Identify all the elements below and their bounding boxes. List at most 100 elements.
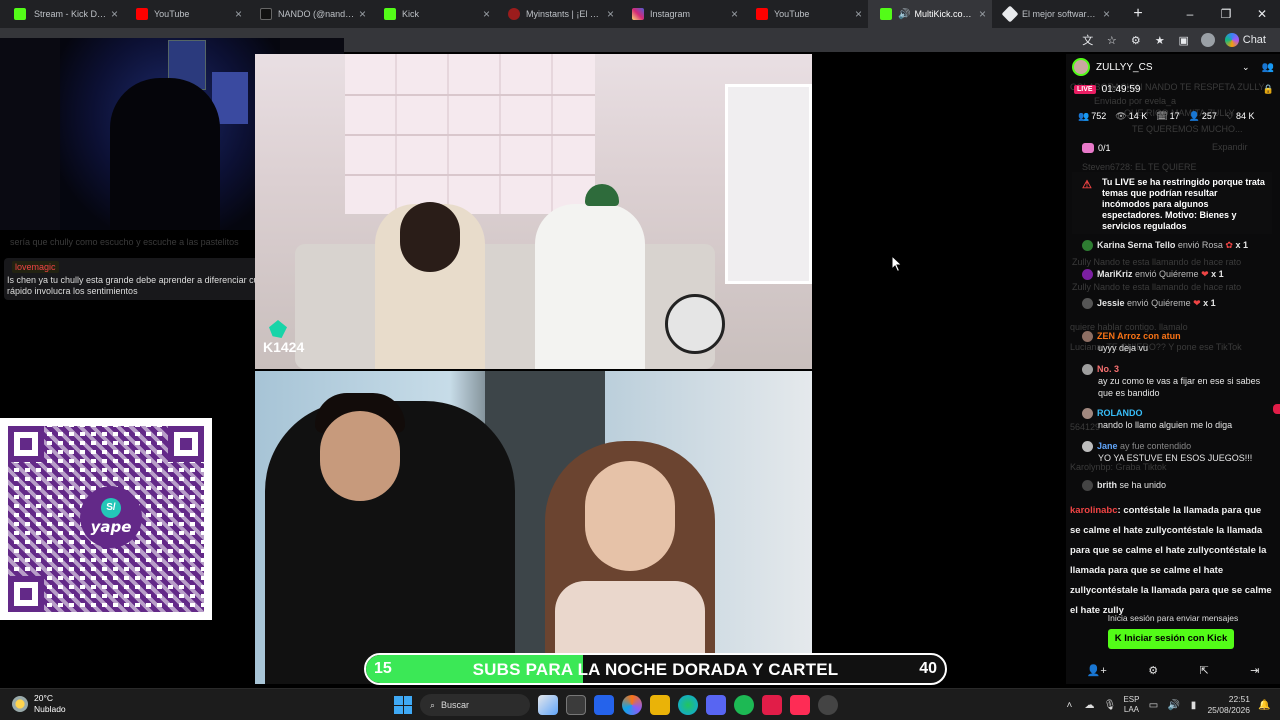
close-tab-icon[interactable]: × (235, 7, 242, 21)
users-icon[interactable]: 👥 (1262, 62, 1274, 73)
right-chat-panel: ZULLYY_CS ⌄ 👥 COLABORACION NANDO TE RESP… (1066, 54, 1280, 684)
lock-icon[interactable]: 🔒 (1263, 84, 1274, 95)
profile-avatar[interactable] (1200, 33, 1215, 47)
streaming-app-icon[interactable] (762, 695, 782, 715)
stat-likes: ♡ 84 K (1226, 111, 1255, 122)
translate-icon[interactable]: 文 (1081, 32, 1095, 48)
close-tab-icon[interactable]: × (855, 7, 862, 21)
chevron-down-icon[interactable]: ⌄ (1242, 62, 1250, 73)
add-user-icon[interactable]: 👤+ (1087, 664, 1107, 677)
tab-kick-dashboard[interactable]: Stream - Kick Dashboard × (0, 0, 124, 28)
close-tab-icon[interactable]: × (483, 7, 490, 21)
collections-icon[interactable]: ▣ (1177, 34, 1191, 47)
speaker-icon[interactable]: 🔊 (898, 9, 910, 20)
chat-username[interactable]: ROLANDO (1097, 408, 1143, 418)
close-tab-icon[interactable]: × (731, 7, 738, 21)
weather-widget[interactable]: 20°C Nublado (12, 693, 66, 715)
cloud-icon[interactable]: ☁ (1083, 700, 1095, 711)
exit-icon[interactable]: ⇥ (1250, 664, 1259, 677)
tab-title: El mejor software para (1022, 9, 1099, 19)
maximize-button[interactable]: ❐ (1208, 7, 1244, 21)
person-left-hair (400, 202, 460, 272)
language-indicator[interactable]: ESP LAA (1123, 695, 1139, 715)
qr-finder (8, 426, 44, 462)
tab-title: Kick (402, 9, 420, 19)
channel-avatar[interactable] (1072, 58, 1090, 76)
gift-multiplier: x 1 (1235, 240, 1248, 250)
task-view-icon[interactable] (566, 695, 586, 715)
chevron-up-icon[interactable]: ˄ (1063, 700, 1075, 711)
copilot-chat-button[interactable]: Chat (1224, 33, 1266, 47)
system-clock[interactable]: 22:51 25/08/2026 (1207, 694, 1250, 716)
video-stream-top[interactable]: K1424 (255, 54, 812, 369)
minimize-button[interactable]: – (1172, 7, 1208, 21)
chat-username[interactable]: Jane (1097, 441, 1118, 451)
popout-icon[interactable]: ⇱ (1199, 664, 1208, 677)
copilot-app-icon[interactable] (622, 695, 642, 715)
gift-text: envió Rosa (1177, 240, 1223, 250)
new-tab-button[interactable]: + (1126, 5, 1150, 23)
chat-username[interactable]: MariKriz (1097, 269, 1133, 279)
notes-app-icon[interactable] (594, 695, 614, 715)
close-tab-icon[interactable]: × (359, 7, 366, 21)
tab-title: YouTube (774, 9, 810, 19)
windows-start-icon[interactable] (394, 696, 412, 714)
close-tab-icon[interactable]: × (1103, 7, 1110, 21)
chat-username[interactable]: No. 3 (1097, 364, 1119, 374)
battery-icon[interactable]: ▮ (1187, 700, 1199, 711)
extension-icon[interactable]: ⚙ (1129, 34, 1143, 47)
close-tab-icon[interactable]: × (111, 7, 118, 21)
login-with-kick-button[interactable]: K Iniciar sesión con Kick (1108, 629, 1234, 649)
notifications-bell-icon[interactable]: 🔔 (1258, 700, 1270, 711)
gift-multiplier: x 1 (1203, 298, 1216, 308)
tab-instagram[interactable]: Instagram × (620, 0, 744, 28)
sub-goal-bar: 15 SUBS PARA LA NOCHE DORADA Y CARTEL 40 (364, 653, 947, 685)
tab-youtube[interactable]: YouTube × (124, 0, 248, 28)
widget-app-icon[interactable] (538, 695, 558, 715)
microphone-icon[interactable]: 🎙 (1103, 700, 1116, 711)
chat-message: ROLANDO nando lo llamo alguien me lo dig… (1082, 407, 1276, 431)
tab-myinstants[interactable]: Myinstants | ¡El sitio we × (496, 0, 620, 28)
vanity-mirror (725, 84, 812, 284)
live-badge: LIVE (1074, 85, 1096, 94)
tab-tiktok-nando[interactable]: NANDO (@nandoweec × (248, 0, 372, 28)
chat-username[interactable]: Karina Serna Tello (1097, 240, 1175, 250)
expand-link[interactable]: Expandir (1212, 142, 1248, 152)
chrome-icon[interactable] (818, 695, 838, 715)
stat-value: 257 (1201, 111, 1217, 121)
discord-icon[interactable] (706, 695, 726, 715)
display-icon[interactable]: ▭ (1147, 700, 1159, 711)
video-stream-bottom[interactable] (255, 371, 812, 684)
channel-name[interactable]: ZULLYY_CS (1096, 62, 1242, 73)
chat-text: YO YA ESTUVE EN ESOS JUEGOS!!! (1098, 453, 1253, 464)
close-tab-icon[interactable]: × (607, 7, 614, 21)
volume-icon[interactable]: 🔊 (1167, 700, 1179, 711)
spotify-icon[interactable] (734, 695, 754, 715)
chat-username[interactable]: karolinabc (1070, 505, 1118, 516)
bookmark-star-icon[interactable]: ☆ (1105, 34, 1119, 47)
stream-uptime: 01:49:59 (1101, 84, 1141, 95)
file-explorer-icon[interactable] (650, 695, 670, 715)
close-tab-icon[interactable]: × (979, 7, 986, 21)
tab-software[interactable]: El mejor software para × (992, 0, 1116, 28)
edge-browser-icon[interactable] (678, 695, 698, 715)
weather-condition: Nublado (34, 704, 66, 714)
tiktok-live-icon[interactable] (790, 695, 810, 715)
scroll-indicator[interactable] (1273, 404, 1280, 414)
gift-count: 0/1 (1098, 143, 1111, 153)
tab-kick[interactable]: Kick × (372, 0, 496, 28)
favorites-icon[interactable]: ★ (1153, 34, 1167, 47)
tab-youtube-2[interactable]: YouTube × (744, 0, 868, 28)
close-window-button[interactable]: ✕ (1244, 7, 1280, 21)
chat-gift-message: Jessie envió Quiéreme ❤ x 1 (1082, 297, 1276, 310)
toolbar-actions: 文 ☆ ⚙ ★ ▣ Chat (1081, 32, 1266, 48)
tab-multikick[interactable]: 🔊 MultiKick.com: Wat × (868, 0, 992, 28)
chat-username[interactable]: lovemagic (12, 261, 59, 273)
person-right (535, 204, 645, 369)
settings-gear-icon[interactable]: ⚙ (1148, 664, 1158, 677)
taskbar-search[interactable]: ⌕ Buscar (420, 694, 530, 716)
chat-username[interactable]: ZEN Arroz con atun (1097, 331, 1181, 341)
chat-username[interactable]: brith (1097, 480, 1117, 490)
chat-message: Jane ay fue contendido YO YA ESTUVE EN E… (1082, 440, 1276, 464)
chat-username[interactable]: Jessie (1097, 298, 1125, 308)
